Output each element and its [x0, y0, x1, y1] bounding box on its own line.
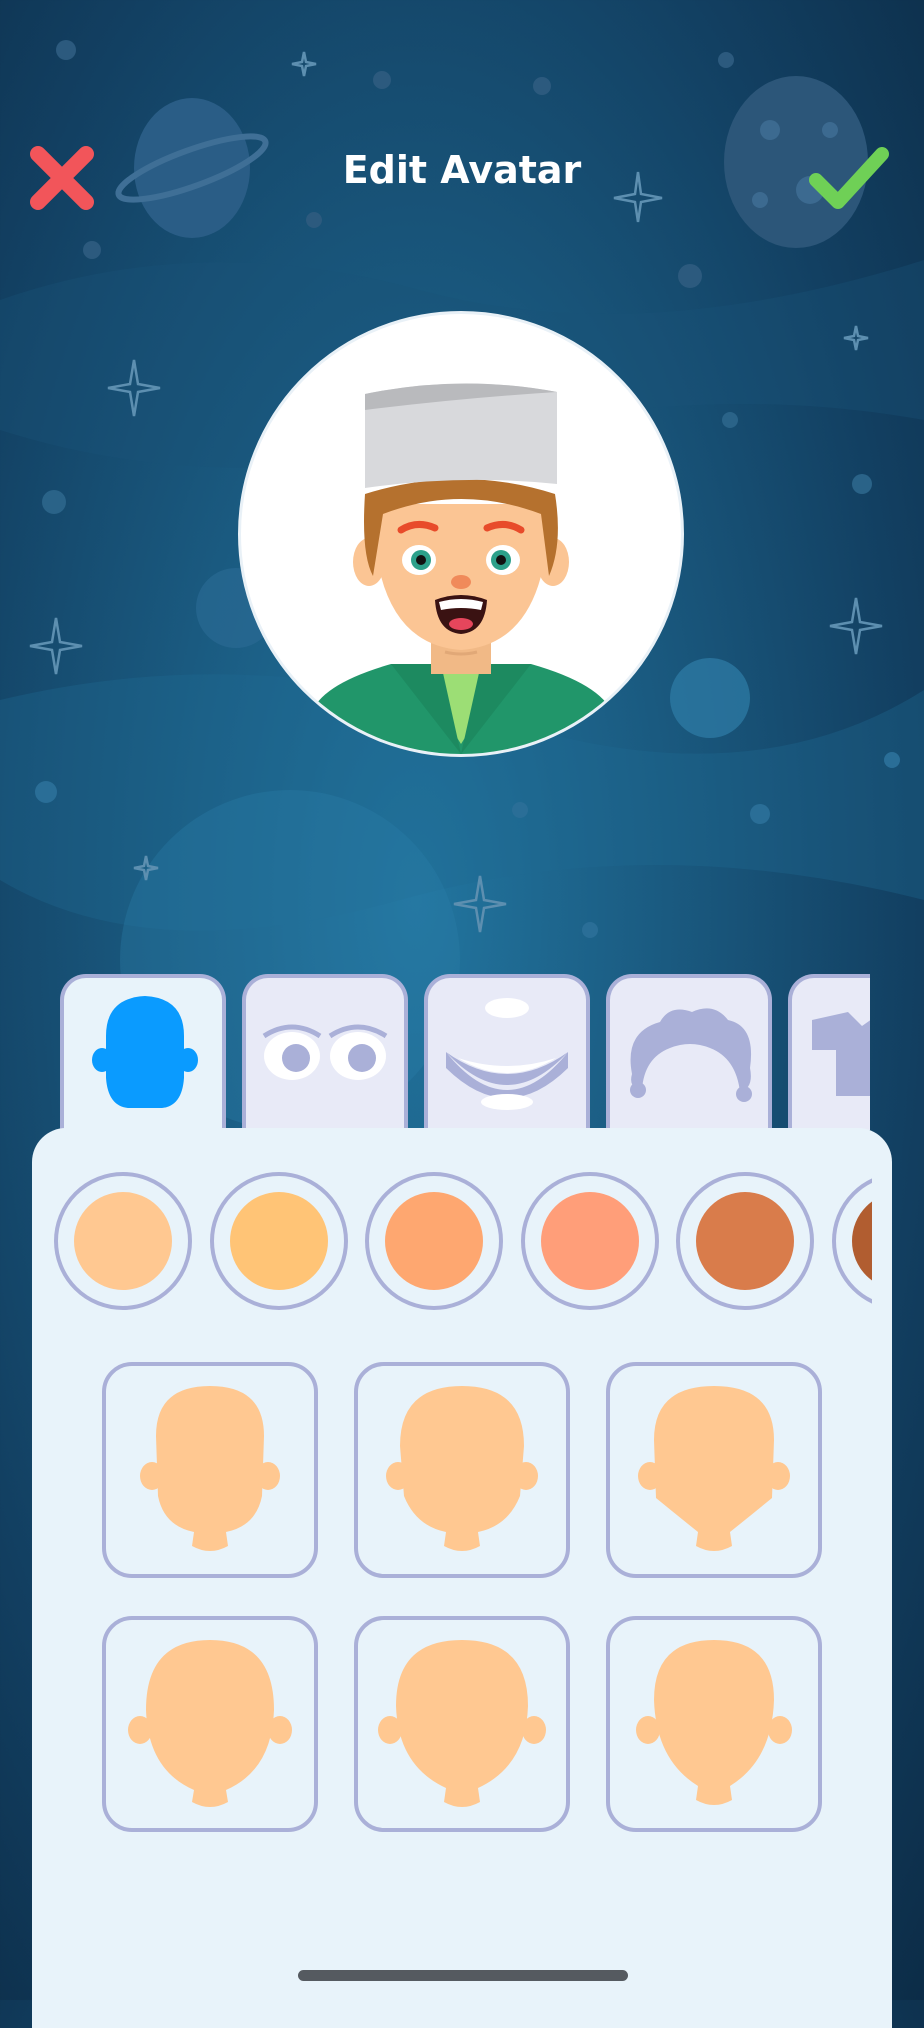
- tab-face[interactable]: [60, 974, 226, 1130]
- page-title: Edit Avatar: [342, 148, 582, 192]
- skin-color-swatch-2[interactable]: [210, 1172, 348, 1310]
- skin-color-swatch-4[interactable]: [521, 1172, 659, 1310]
- category-tabs: [60, 974, 870, 1130]
- skin-color-swatch-6[interactable]: [832, 1172, 872, 1310]
- head-shape-1-icon: [140, 1386, 280, 1551]
- header-bar: Edit Avatar: [0, 110, 924, 240]
- head-shape-option-2[interactable]: [354, 1362, 570, 1578]
- tab-mouth[interactable]: [424, 974, 590, 1130]
- eyes-icon: [262, 1024, 388, 1080]
- checkmark-icon: [809, 147, 889, 209]
- skin-color-swatch-1[interactable]: [54, 1172, 192, 1310]
- mouth-icon: [446, 998, 568, 1110]
- avatar-preview: [238, 311, 684, 757]
- tab-clothes[interactable]: [788, 974, 870, 1130]
- head-shape-4-icon: [128, 1640, 292, 1807]
- tab-eyes[interactable]: [242, 974, 408, 1130]
- head-shape-2-icon: [386, 1386, 538, 1551]
- head-shape-5-icon: [378, 1640, 546, 1807]
- skin-color-row: [54, 1172, 872, 1312]
- swatch-fill: [696, 1192, 794, 1290]
- head-shape-option-3[interactable]: [606, 1362, 822, 1578]
- skin-color-swatch-3[interactable]: [365, 1172, 503, 1310]
- swatch-fill: [74, 1192, 172, 1290]
- options-panel: [32, 1128, 892, 2028]
- head-shape-option-6[interactable]: [606, 1616, 822, 1832]
- confirm-button[interactable]: [806, 136, 890, 216]
- head-shape-3-icon: [638, 1386, 790, 1551]
- tab-hair[interactable]: [606, 974, 772, 1130]
- swatch-fill: [230, 1192, 328, 1290]
- clothes-icon: [812, 1012, 870, 1096]
- hair-icon: [630, 1008, 752, 1102]
- head-shape-option-4[interactable]: [102, 1616, 318, 1832]
- swatch-fill: [541, 1192, 639, 1290]
- swatch-fill: [852, 1192, 872, 1290]
- face-shape-icon: [92, 996, 198, 1108]
- avatar-boy-chef-hat: [301, 383, 621, 754]
- home-indicator[interactable]: [298, 1970, 628, 1981]
- head-shape-6-icon: [636, 1640, 792, 1805]
- head-shape-option-5[interactable]: [354, 1616, 570, 1832]
- skin-color-swatch-5[interactable]: [676, 1172, 814, 1310]
- swatch-fill: [385, 1192, 483, 1290]
- head-shape-option-1[interactable]: [102, 1362, 318, 1578]
